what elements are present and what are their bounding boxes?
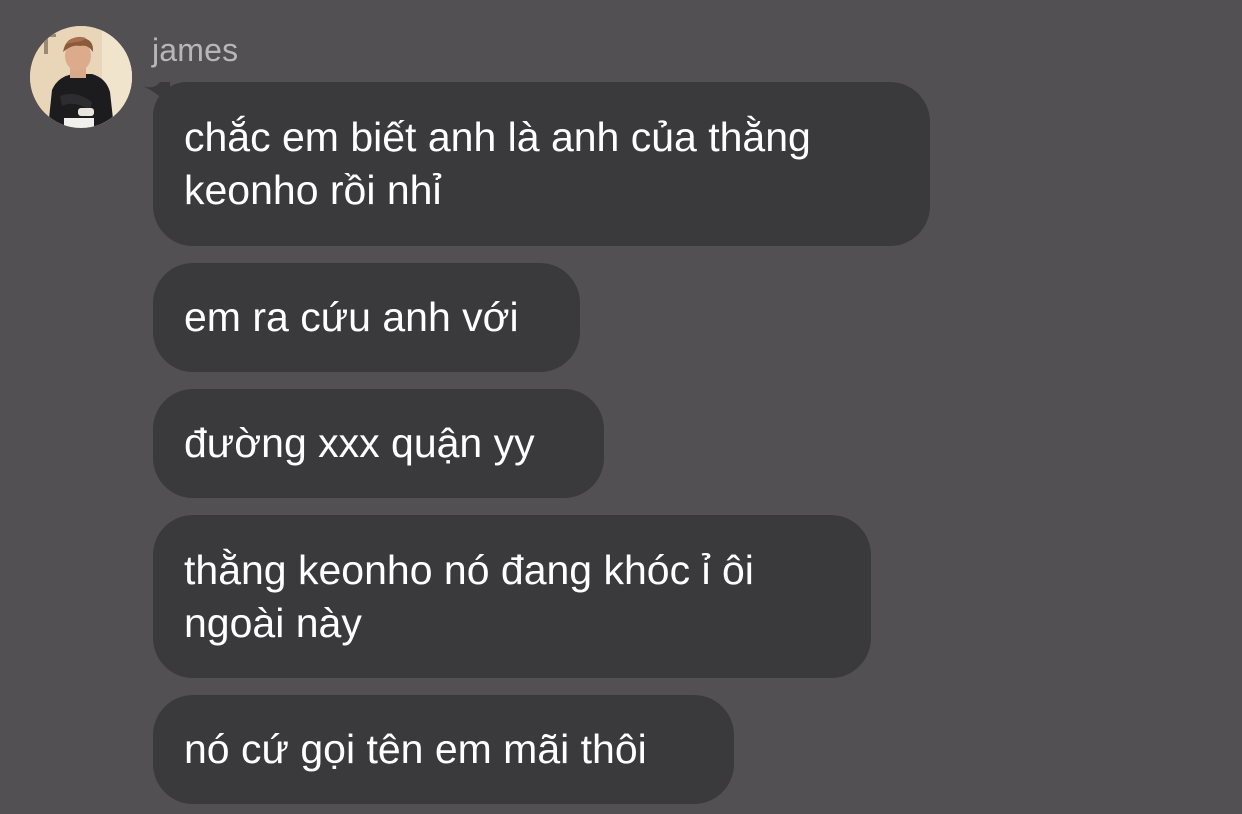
message-text: em ra cứu anh với [184, 294, 519, 340]
avatar[interactable] [30, 26, 132, 128]
message-bubble[interactable]: chắc em biết anh là anh của thằng keonho… [153, 82, 930, 246]
message-bubble[interactable]: thằng keonho nó đang khóc ỉ ôi ngoài này [153, 515, 871, 678]
message-bubble[interactable]: nó cứ gọi tên em mãi thôi [153, 695, 734, 804]
message-text: đường xxx quận yy [184, 420, 535, 466]
message-bubble[interactable]: đường xxx quận yy [153, 389, 604, 498]
message-text: nó cứ gọi tên em mãi thôi [184, 726, 647, 772]
sender-name: james [152, 32, 239, 68]
message-text: chắc em biết anh là anh của thằng keonho… [184, 114, 811, 213]
profile-photo-icon [30, 26, 132, 128]
message-bubble[interactable]: em ra cứu anh với [153, 263, 580, 372]
message-text: thằng keonho nó đang khóc ỉ ôi ngoài này [184, 546, 754, 646]
